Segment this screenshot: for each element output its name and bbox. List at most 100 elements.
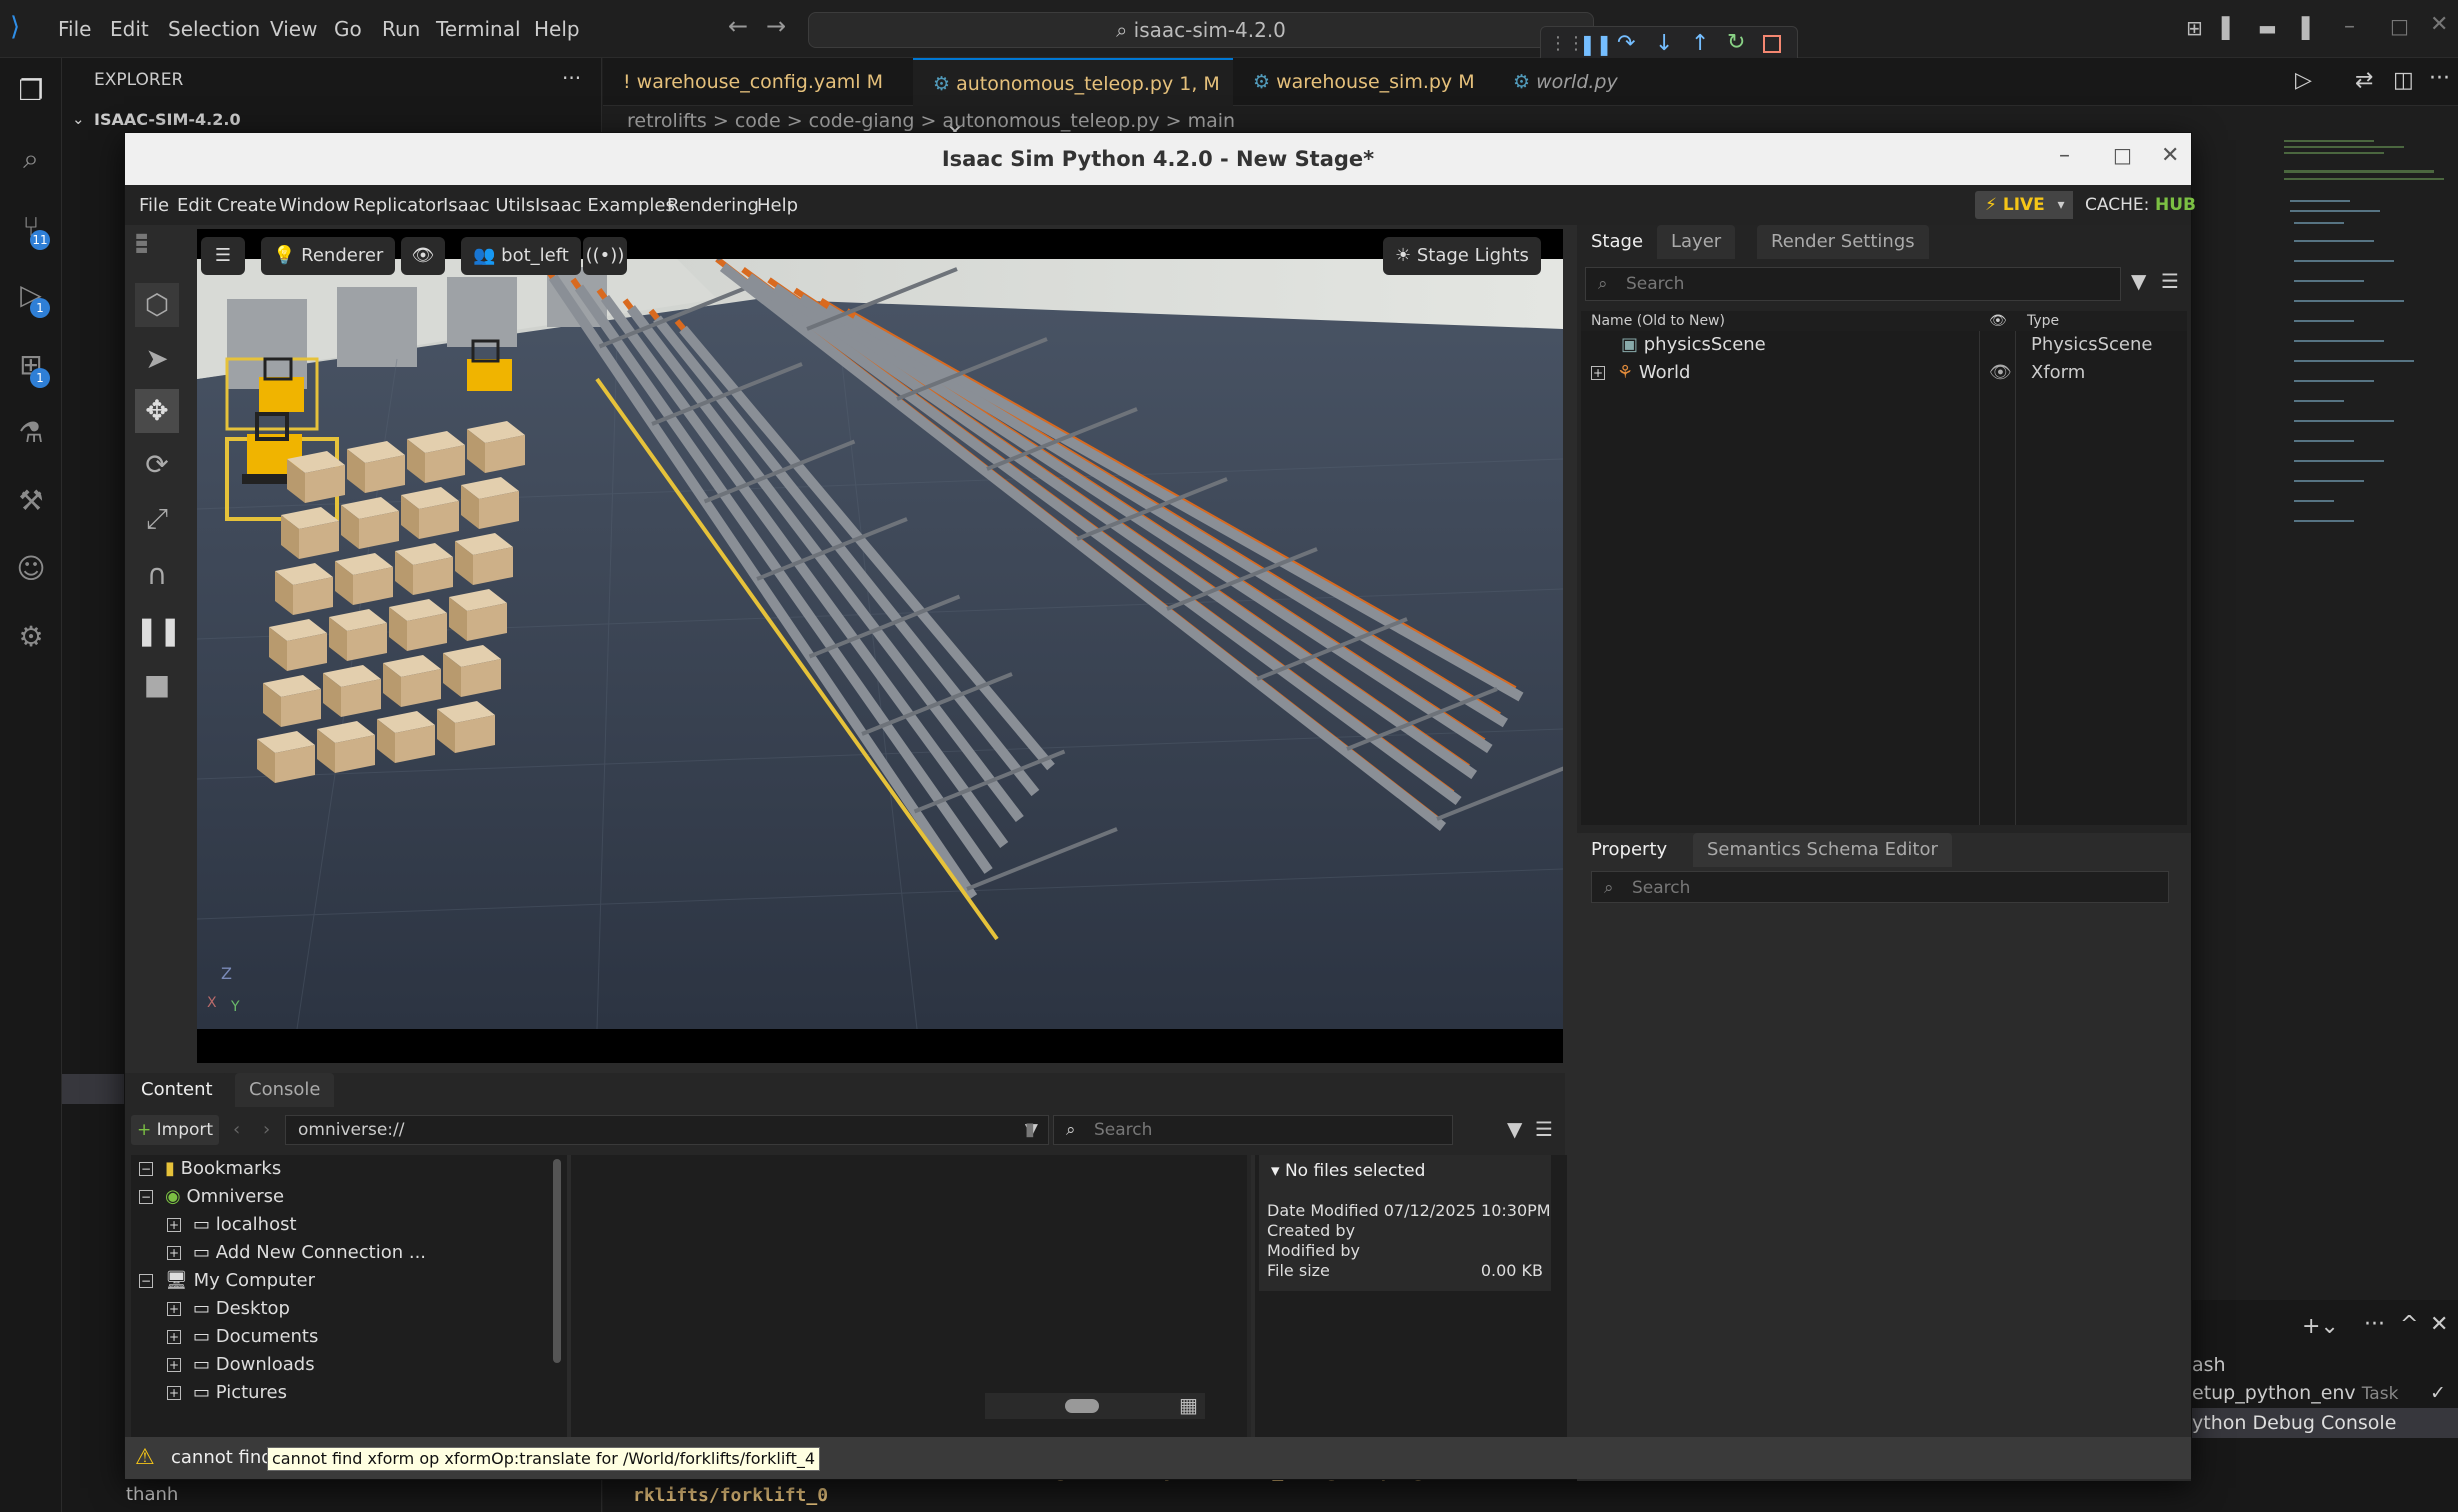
menu-view[interactable]: View [270,17,317,41]
file-grid[interactable]: ▦ [567,1155,1247,1439]
col-type[interactable]: Type [2027,311,2059,331]
isaac-menu-isaac-utils[interactable]: Isaac Utils [443,195,535,216]
viewport-settings-icon[interactable]: ☰ [201,237,245,275]
sensor-broadcast-icon[interactable]: ((•)) [583,237,627,275]
cube-select-icon[interactable]: ⬡ [135,283,179,327]
stage-lights-button[interactable]: ☀ Stage Lights [1383,237,1541,275]
step-into-icon[interactable]: ↓ [1655,31,1673,56]
expand-plus-icon[interactable]: + [167,1386,181,1400]
expand-plus-icon[interactable]: + [167,1330,181,1344]
more-actions-icon[interactable]: ··· [562,66,581,90]
maximize-panel-icon[interactable]: ^ [2400,1312,2418,1337]
tree-item-omniverse[interactable]: − ◉ Omniverse [139,1183,284,1211]
slider-thumb[interactable] [1065,1399,1099,1413]
select-arrow-icon[interactable]: ➤ [135,337,179,381]
menu-icon[interactable]: ☰ [1535,1117,1553,1141]
terminal-item[interactable]: ython Debug Console [2192,1408,2458,1438]
testing-icon[interactable]: ⚗ [14,416,48,450]
isaac-menu-replicator[interactable]: Replicator [353,195,444,216]
menu-file[interactable]: File [58,17,91,41]
scale-icon[interactable]: ⤢ [135,497,179,541]
menu-terminal[interactable]: Terminal [436,17,521,41]
warehouse-scene[interactable]: Z X Y [197,259,1563,1029]
layout-customize-icon[interactable]: ⊞ [2186,16,2203,40]
restart-icon[interactable]: ↻ [1727,30,1745,55]
viewport[interactable]: Z X Y ☰ 💡 Renderer 👁 👥 bot_left ((•)) ☀ … [197,229,1563,1063]
tab-property[interactable]: Property [1577,833,1682,867]
collapse-minus-icon[interactable]: − [139,1274,153,1288]
tab-content[interactable]: Content [127,1073,227,1107]
menu-go[interactable]: Go [334,17,362,41]
close-icon[interactable]: ✕ [2161,143,2179,168]
tree-item-bookmarks[interactable]: − ▮ Bookmarks [139,1155,281,1183]
isaac-menu-file[interactable]: File [139,195,169,216]
renderer-button[interactable]: 💡 Renderer [261,237,396,275]
filter-icon[interactable]: ▼ [1507,1117,1522,1141]
pause-icon[interactable]: ❚❚ [1579,32,1613,56]
breadcrumb-item[interactable]: code-giang [809,110,915,132]
toggle-panel-icon[interactable]: ▬ [2258,16,2277,40]
tab-console[interactable]: Console [235,1073,335,1107]
tree-item-add-connection[interactable]: + ▭ Add New Connection ... [167,1239,426,1267]
tree-item-pictures[interactable]: + ▭ Pictures [167,1379,287,1407]
remote-explorer-icon[interactable]: ⚒ [14,484,48,518]
menu-selection[interactable]: Selection [168,17,260,41]
expand-plus-icon[interactable]: + [167,1246,181,1260]
camera-button[interactable]: 👥 bot_left [461,237,581,275]
step-out-icon[interactable]: ↑ [1691,31,1709,56]
cache-status[interactable]: HUB [2155,195,2196,215]
collapse-minus-icon[interactable]: − [139,1190,153,1204]
maximize-icon[interactable]: □ [2390,14,2409,38]
col-name[interactable]: Name (Old to New) [1591,311,1725,331]
back-arrow-icon[interactable]: ← [728,12,748,40]
move-icon[interactable]: ✥ [135,389,179,433]
isaac-menu-help[interactable]: Help [757,195,798,216]
visibility-eye-icon[interactable]: 👁 [401,237,445,275]
command-search[interactable]: ⌕ isaac-sim-4.2.0 [808,12,1594,48]
minimize-icon[interactable]: – [2344,14,2355,39]
docker-icon[interactable]: ⚙ [14,620,48,654]
maximize-icon[interactable]: □ [2113,143,2132,167]
explorer-icon[interactable]: ❐ [14,74,48,108]
breadcrumb-item[interactable]: code [735,110,781,132]
toggle-sidebar-icon[interactable]: ▌ [2222,16,2237,40]
more-actions-icon[interactable]: ··· [2364,1312,2385,1337]
chevron-down-icon[interactable]: ▾ [2049,191,2073,219]
tab-autonomous-teleop[interactable]: ⚙ autonomous_teleop.py 1, M ✕ [913,58,1233,143]
isaac-menu-edit[interactable]: Edit [177,195,212,216]
breadcrumb-item[interactable]: main [1188,110,1235,132]
grid-zoom-slider[interactable] [985,1393,1205,1419]
tree-item-localhost[interactable]: + ▭ localhost [167,1211,297,1239]
split-editor-icon[interactable]: ◫ [2393,68,2414,93]
tree-item-desktop[interactable]: + ▭ Desktop [167,1295,290,1323]
close-icon[interactable]: ✕ [2430,12,2448,37]
explorer-item-thanh[interactable]: thanh [126,1484,178,1505]
rotate-icon[interactable]: ⟳ [135,443,179,487]
tab-warehouse-sim[interactable]: ⚙ warehouse_sim.py M [1233,58,1493,106]
tree-item-documents[interactable]: + ▭ Documents [167,1323,318,1351]
run-icon[interactable]: ▷ [2295,68,2312,93]
menu-run[interactable]: Run [382,17,420,41]
stop-icon[interactable]: ■ [135,663,179,707]
stop-icon[interactable] [1763,35,1781,53]
breadcrumb-item[interactable]: autonomous_teleop.py [942,110,1159,132]
tab-warehouse-config[interactable]: ! warehouse_config.yaml M [603,58,913,106]
expand-plus-icon[interactable]: + [167,1358,181,1372]
isaac-menu-window[interactable]: Window [279,195,350,216]
breadcrumb-item[interactable]: retrolifts [627,110,707,132]
tab-render-settings[interactable]: Render Settings [1757,225,1929,259]
tab-world[interactable]: ⚙ world.py [1493,58,1673,106]
back-arrow-icon[interactable]: ‹ [233,1119,240,1140]
more-actions-icon[interactable]: ··· [2429,66,2450,91]
menu-help[interactable]: Help [534,17,580,41]
filter-icon[interactable]: ▼ [2131,269,2146,293]
tab-stage[interactable]: Stage [1577,225,1658,259]
grid-view-icon[interactable]: ▦ [1179,1393,1198,1417]
chevron-down-icon[interactable]: ⌄ [72,110,85,128]
menu-icon[interactable]: ☰ [2161,269,2179,293]
minimize-icon[interactable]: – [2059,143,2070,168]
expand-plus-icon[interactable]: + [167,1302,181,1316]
tab-semantics-schema-editor[interactable]: Semantics Schema Editor [1693,833,1952,867]
toggle-secondary-sidebar-icon[interactable]: ▐ [2294,16,2309,40]
pause-icon[interactable]: ❚❚ [135,609,182,653]
